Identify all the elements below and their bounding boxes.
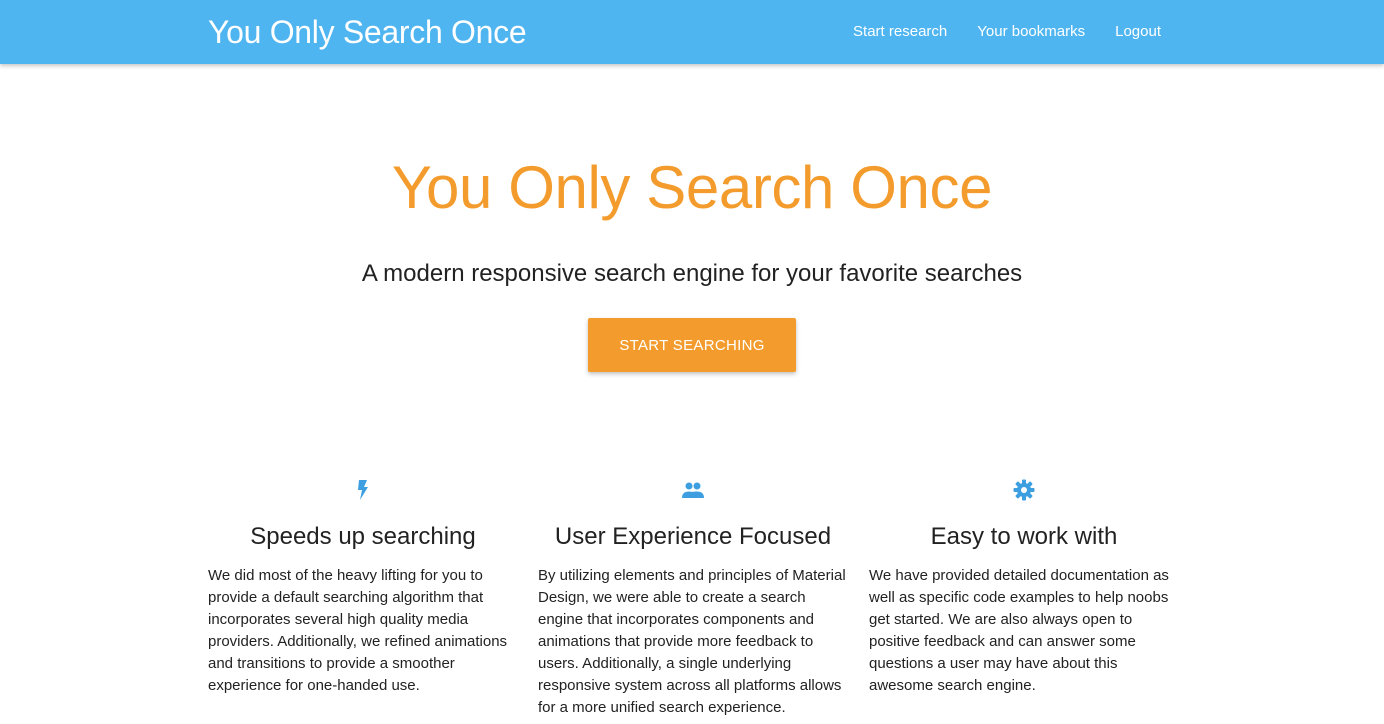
feature-title: Speeds up searching [250, 523, 476, 550]
top-navbar: You Only Search Once Start research Your… [0, 0, 1384, 64]
feature-description: By utilizing elements and principles of … [538, 567, 846, 716]
feature-description: We did most of the heavy lifting for you… [208, 567, 508, 694]
group-icon [538, 476, 848, 504]
hero-subtitle: A modern responsive search engine for yo… [361, 260, 1023, 287]
feature-card-easy: Easy to work with We have provided detai… [869, 476, 1179, 697]
nav-link-start-research[interactable]: Start research [838, 0, 962, 64]
feature-card-ux: User Experience Focused By utilizing ele… [538, 476, 848, 719]
hero-title: You Only Search Once [391, 154, 993, 221]
feature-description: We have provided detailed documentation … [869, 567, 1169, 694]
nav-link-bookmarks[interactable]: Your bookmarks [962, 0, 1100, 64]
flash-icon [208, 476, 518, 504]
brand-logo-link[interactable]: You Only Search Once [208, 12, 527, 52]
feature-title: User Experience Focused [554, 523, 832, 550]
gear-icon [869, 476, 1179, 504]
nav-links: Start research Your bookmarks Logout [838, 0, 1176, 64]
start-searching-button[interactable]: START SEARCHING [588, 318, 796, 372]
feature-title: Easy to work with [930, 523, 1118, 550]
nav-link-logout[interactable]: Logout [1100, 0, 1176, 64]
feature-card-speed: Speeds up searching We did most of the h… [208, 476, 518, 697]
